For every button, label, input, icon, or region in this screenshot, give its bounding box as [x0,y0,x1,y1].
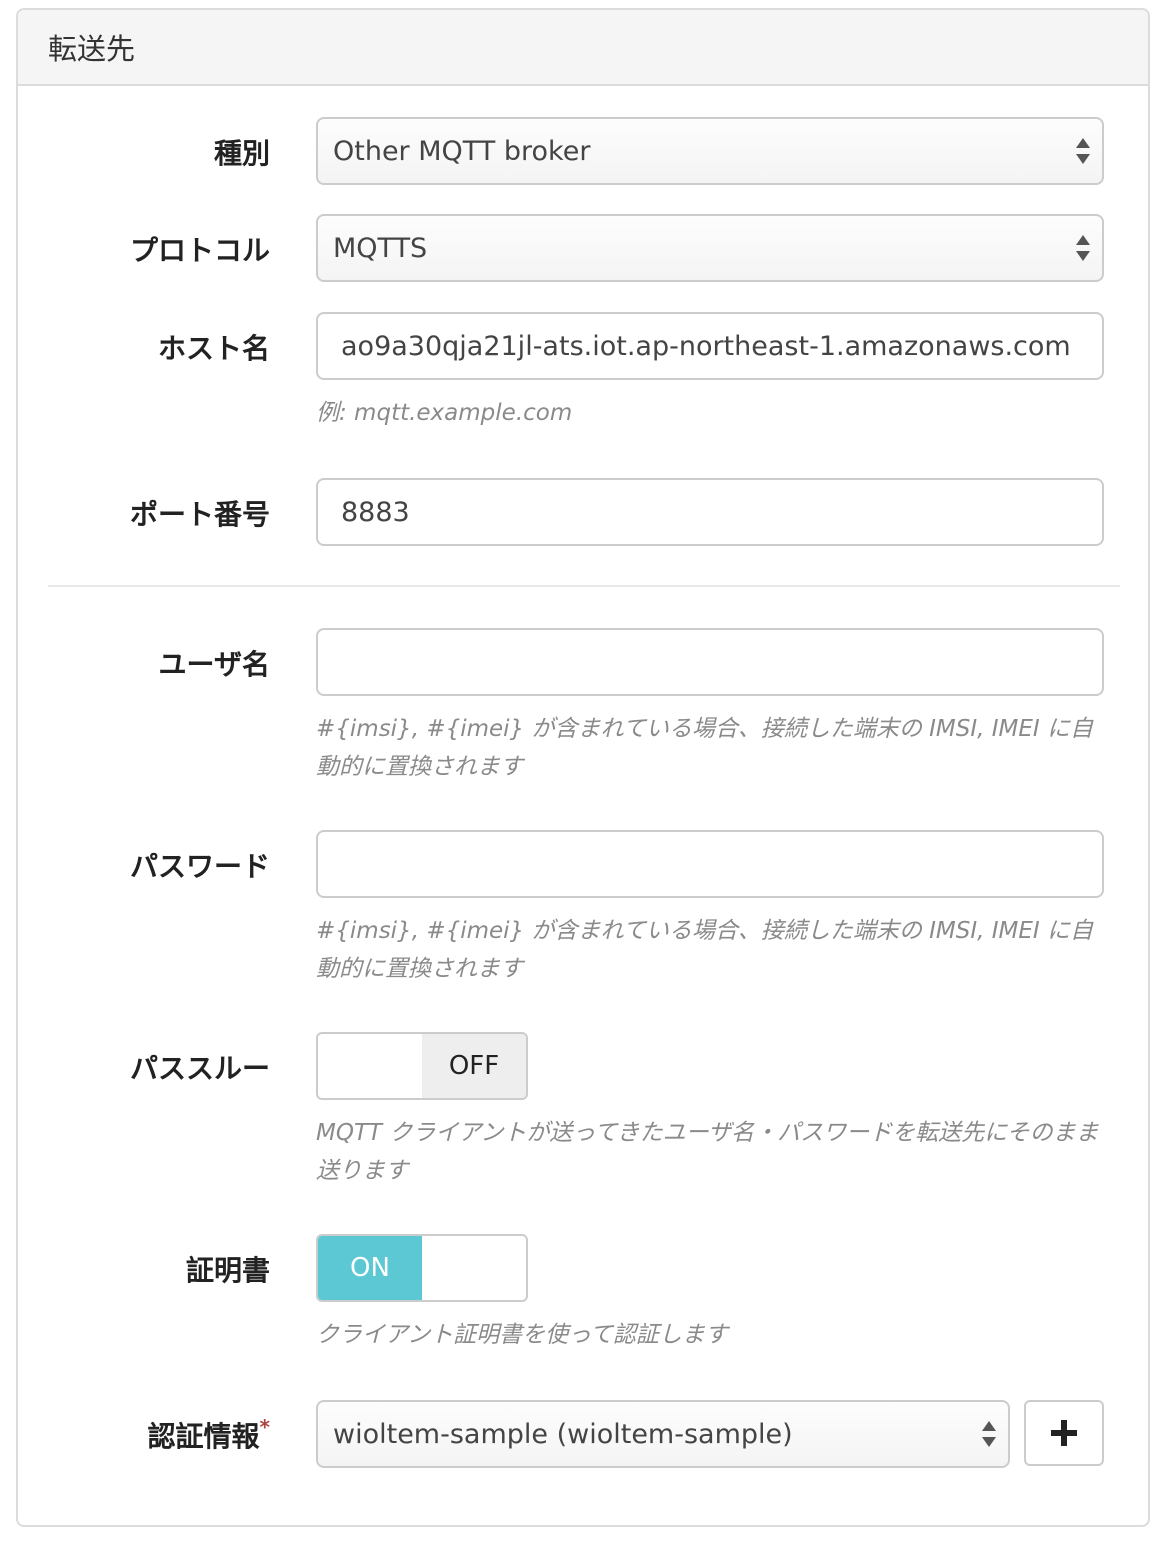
credentials-label-text: 認証情報 [147,1420,260,1453]
add-credentials-button[interactable] [1024,1400,1104,1466]
username-input[interactable] [316,628,1104,696]
passthrough-toggle[interactable]: OFF [316,1032,528,1100]
panel-title: 転送先 [18,10,1148,86]
updown-caret-icon [1076,137,1090,165]
type-select-value: Other MQTT broker [333,135,591,167]
required-mark: * [259,1415,270,1439]
toggle-handle [422,1236,526,1300]
password-help: #{imsi}, #{imei} が含まれている場合、接続した端末の IMSI,… [316,918,1094,982]
port-input[interactable]: 8883 [316,478,1104,546]
section-divider [48,585,1120,587]
username-label: ユーザ名 [158,648,270,681]
type-label: 種別 [213,137,270,170]
certificate-toggle[interactable]: ON [316,1234,528,1302]
credentials-select-value: wioltem-sample (wioltem-sample) [333,1418,793,1450]
plus-icon [1051,1420,1077,1446]
toggle-handle [318,1034,422,1098]
certificate-label: 証明書 [185,1254,270,1287]
port-input-value: 8883 [341,496,410,528]
credentials-label: 認証情報* [16,1415,270,1455]
updown-caret-icon [982,1420,996,1448]
passthrough-help: MQTT クライアントが送ってきたユーザ名・パスワードを転送先にそのまま送ります [316,1120,1099,1184]
toggle-state-off: OFF [422,1034,526,1098]
username-help: #{imsi}, #{imei} が含まれている場合、接続した端末の IMSI,… [316,716,1094,780]
toggle-state-on: ON [318,1236,422,1300]
host-label: ホスト名 [157,332,270,365]
updown-caret-icon [1076,234,1090,262]
host-input[interactable]: ao9a30qja21jl-ats.iot.ap-northeast-1.ama… [316,312,1104,380]
passthrough-label: パススルー [129,1052,270,1085]
protocol-select[interactable]: MQTTS [316,214,1104,282]
password-label: パスワード [129,850,270,883]
protocol-label: プロトコル [129,234,270,267]
certificate-help: クライアント証明書を使って認証します [316,1322,728,1348]
credentials-select[interactable]: wioltem-sample (wioltem-sample) [316,1400,1010,1468]
host-input-value: ao9a30qja21jl-ats.iot.ap-northeast-1.ama… [341,330,1071,362]
protocol-select-value: MQTTS [333,232,428,264]
type-select[interactable]: Other MQTT broker [316,117,1104,185]
host-help: 例: mqtt.example.com [316,400,573,426]
port-label: ポート番号 [129,498,270,531]
password-input[interactable] [316,830,1104,898]
